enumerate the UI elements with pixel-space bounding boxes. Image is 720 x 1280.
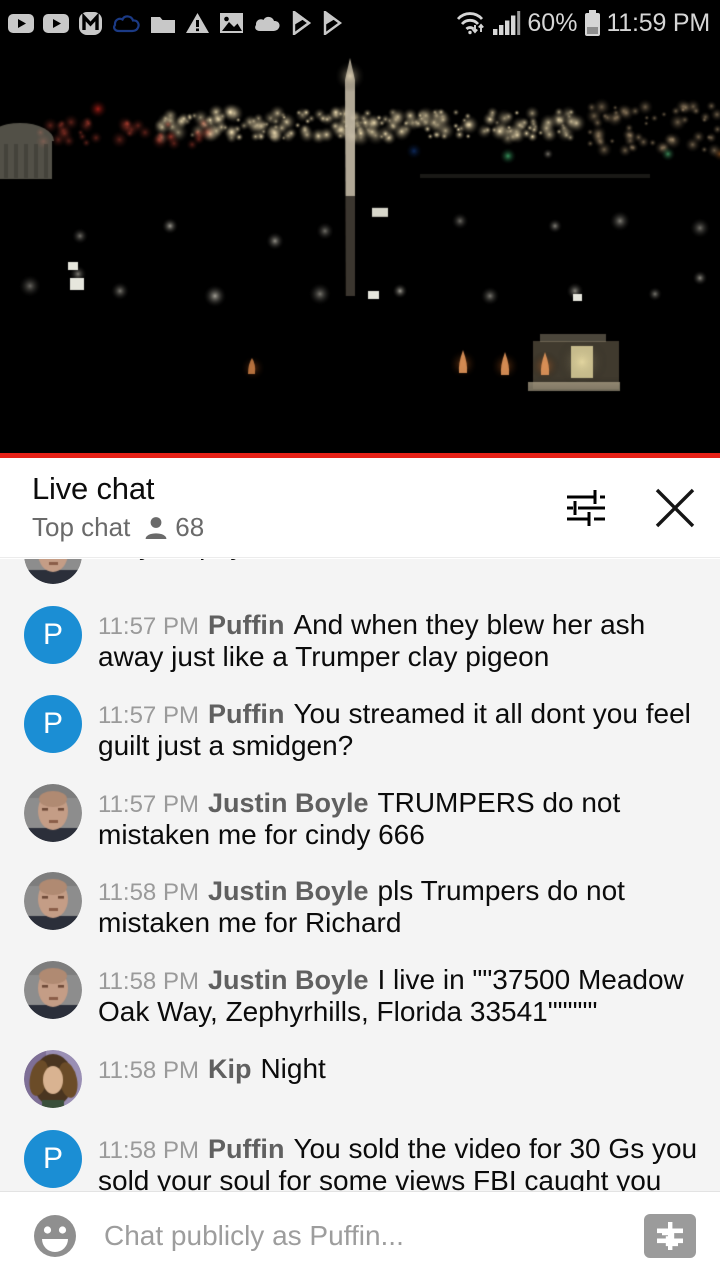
person-icon	[144, 515, 168, 540]
chat-message-body: 11:58 PM Puffin You sold the video for 30 …	[98, 1130, 702, 1191]
avatar-kip[interactable]	[24, 1050, 82, 1109]
message-timestamp: 11:58 PM	[98, 1057, 199, 1085]
cellular-signal-icon	[492, 10, 522, 36]
message-timestamp: 11:57 PM	[98, 613, 199, 640]
cloud-filled-icon	[253, 14, 282, 33]
chat-message-body: 11:58 PM Justin Boyle pls Trumpers do not …	[98, 872, 702, 939]
chat-message-body: 11:58 PM Kip Night	[98, 1050, 702, 1108]
chat-message[interactable]: P 11:57 PM Puffin And when they blew her as…	[0, 595, 720, 684]
chat-message[interactable]: 11:58 PM Kip Night	[0, 1039, 720, 1119]
live-video-player[interactable]	[0, 46, 720, 453]
chat-message-body: 11:58 PM Justin Boyle I live in ""37500 Me…	[98, 961, 702, 1028]
chat-message[interactable]: 11:57 PM Justin Boyle TRUMPERS do not mist…	[0, 773, 720, 862]
avatar-justin-boyle[interactable]	[24, 872, 82, 931]
chat-message[interactable]: Way, Zephyrhills, Florida 33541	[0, 559, 720, 595]
message-timestamp: 11:57 PM	[98, 701, 199, 729]
avatar-justin-boyle[interactable]	[24, 559, 82, 584]
status-bar-notification-icons	[8, 11, 455, 36]
chat-message-body: 11:57 PM Puffin And when they blew her ash…	[98, 606, 702, 673]
chat-message[interactable]: 11:58 PM Justin Boyle I live in ""37500 Me…	[0, 950, 720, 1039]
live-chat-header-actions	[562, 485, 698, 531]
chat-message[interactable]: 11:58 PM Justin Boyle pls Trumpers do not …	[0, 861, 720, 950]
avatar-puffin[interactable]: P	[24, 1130, 82, 1189]
youtube-live-chat-screen: 60% 11:59 PM Live chat Top chat 68 P 11:…	[0, 0, 720, 1280]
avatar-justin-boyle[interactable]	[24, 783, 82, 842]
avatar-puffin[interactable]: P	[24, 694, 82, 753]
folder-icon	[150, 13, 176, 34]
youtube-icon	[43, 13, 69, 33]
message-text: Way, Zephyrhills, Florida 33541	[98, 559, 489, 560]
message-timestamp: 11:58 PM	[98, 1137, 199, 1165]
play-store-icon	[322, 11, 344, 35]
play-store-icon	[291, 11, 313, 35]
message-author[interactable]: Puffin	[208, 1134, 284, 1164]
tune-sliders-icon[interactable]	[562, 485, 608, 531]
viewer-count-label: 68	[175, 512, 205, 543]
message-author[interactable]: Puffin	[208, 610, 284, 640]
chat-input-bar	[0, 1191, 720, 1280]
live-chat-header: Live chat Top chat 68	[0, 458, 720, 558]
wifi-transfer-icon	[455, 10, 487, 36]
chat-message[interactable]: P 11:58 PM Puffin You sold the video for 30…	[0, 1119, 720, 1191]
dollar-superchat-icon[interactable]	[644, 1214, 696, 1258]
chat-subheader: Top chat 68	[32, 512, 562, 543]
emoji-smiley-icon[interactable]	[30, 1211, 80, 1261]
battery-percent-label: 60%	[527, 8, 578, 37]
status-bar: 60% 11:59 PM	[0, 0, 720, 46]
live-chat-header-text: Live chat Top chat 68	[32, 470, 562, 544]
message-text: Night	[260, 1053, 326, 1085]
message-author[interactable]: Kip	[208, 1054, 252, 1084]
status-bar-system-icons: 60% 11:59 PM	[455, 9, 710, 38]
message-author[interactable]: Puffin	[208, 699, 284, 729]
chat-message[interactable]: P 11:57 PM Puffin You streamed it all dont …	[0, 684, 720, 773]
video-frame	[0, 46, 720, 453]
avatar-justin-boyle[interactable]	[24, 961, 82, 1020]
chat-message-body: 11:57 PM Puffin You streamed it all dont y…	[98, 695, 702, 762]
live-chat-message-list[interactable]: Way, Zephyrhills, Florida 33541 P 11:57 PM…	[0, 559, 720, 1191]
warning-icon	[185, 12, 210, 34]
close-icon[interactable]	[652, 485, 698, 531]
message-author[interactable]: Justin Boyle	[208, 876, 369, 906]
viewer-count: 68	[144, 512, 204, 543]
message-timestamp: 11:58 PM	[98, 879, 199, 907]
avatar-puffin[interactable]: P	[24, 606, 82, 664]
chat-mode-label[interactable]: Top chat	[32, 512, 130, 543]
page-title: Live chat	[32, 470, 155, 506]
message-timestamp: 11:57 PM	[98, 790, 199, 818]
photo-icon	[219, 12, 244, 34]
chat-message-body: Way, Zephyrhills, Florida 33541	[98, 559, 702, 584]
cloud-outline-icon	[112, 13, 141, 34]
message-author[interactable]: Justin Boyle	[208, 965, 369, 995]
clock-label: 11:59 PM	[606, 8, 710, 37]
battery-icon	[584, 9, 601, 37]
message-author[interactable]: Justin Boyle	[208, 788, 369, 818]
messenger-icon	[78, 11, 103, 36]
chat-message-body: 11:57 PM Justin Boyle TRUMPERS do not mist…	[98, 784, 702, 851]
message-timestamp: 11:58 PM	[98, 968, 199, 996]
youtube-icon	[8, 13, 34, 33]
chat-message-input[interactable]	[104, 1220, 644, 1252]
